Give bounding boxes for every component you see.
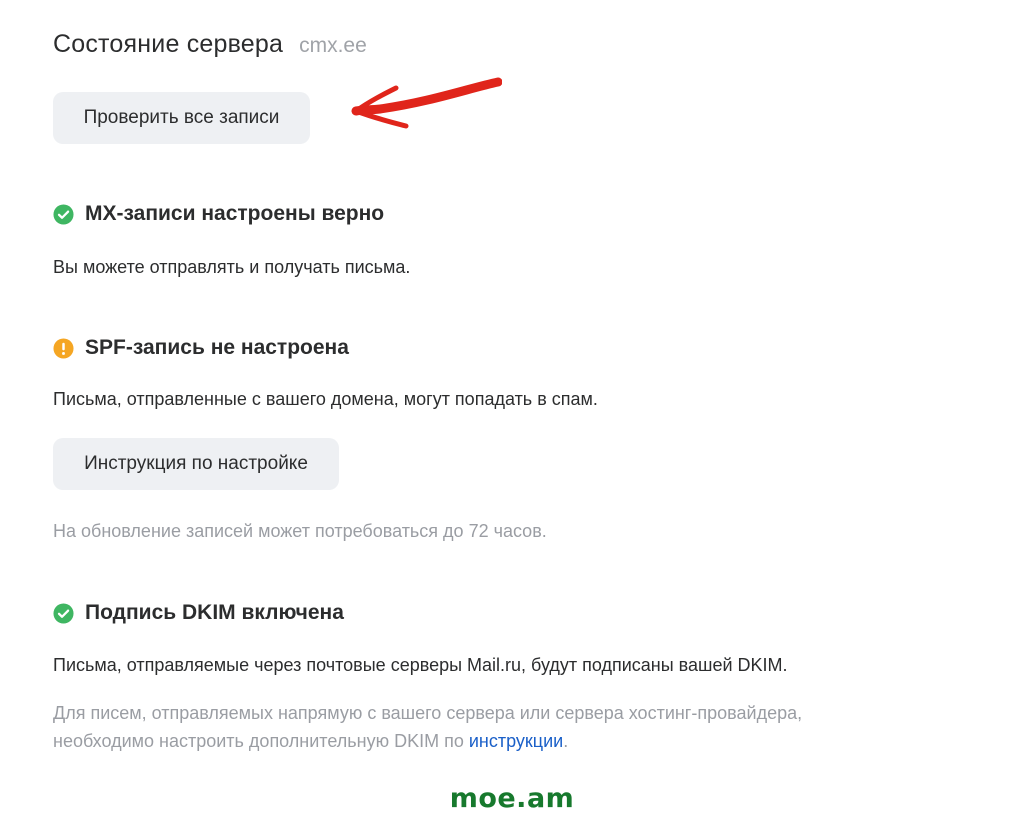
mx-description: Вы можете отправлять и получать письма. — [53, 257, 411, 277]
page-title: Состояние сервера — [53, 30, 284, 58]
dkim-note-line2-text: необходимо настроить дополнительную DKIM… — [53, 731, 464, 751]
page-header: Состояние сервера cmx.ee — [53, 30, 367, 59]
mx-status: MX-записи настроены верно — [53, 202, 384, 226]
setup-guide-button[interactable]: Инструкция по настройке — [53, 438, 339, 490]
domain-label: cmx.ee — [299, 34, 367, 57]
update-delay-note: На обновление записей может потребоватьс… — [53, 521, 547, 541]
check-circle-icon — [53, 203, 74, 225]
check-circle-icon — [53, 602, 74, 624]
dkim-note-line1: Для писем, отправляемых напрямую с вашег… — [53, 703, 803, 723]
dkim-status-title: Подпись DKIM включена — [85, 601, 344, 624]
dkim-note-end: . — [563, 731, 569, 751]
warning-circle-icon — [53, 337, 74, 359]
server-status-page: Состояние сервера cmx.ee Проверить все з… — [0, 0, 1024, 833]
check-all-records-button[interactable]: Проверить все записи — [53, 92, 310, 144]
dkim-description: Письма, отправляемые через почтовые серв… — [53, 655, 788, 675]
spf-description: Письма, отправленные с вашего домена, мо… — [53, 389, 598, 409]
spf-status-title: SPF-запись не настроена — [85, 336, 349, 359]
dkim-instructions-link[interactable]: инструкции — [469, 731, 563, 751]
mx-status-title: MX-записи настроены верно — [85, 202, 385, 225]
dkim-status: Подпись DKIM включена — [53, 601, 344, 625]
dkim-note: Для писем, отправляемых напрямую с вашег… — [53, 699, 802, 755]
dkim-note-line2: необходимо настроить дополнительную DKIM… — [53, 727, 802, 755]
spf-status: SPF-запись не настроена — [53, 336, 349, 360]
watermark: moe.am — [449, 783, 575, 814]
red-hand-drawn-arrow-icon — [351, 77, 502, 129]
